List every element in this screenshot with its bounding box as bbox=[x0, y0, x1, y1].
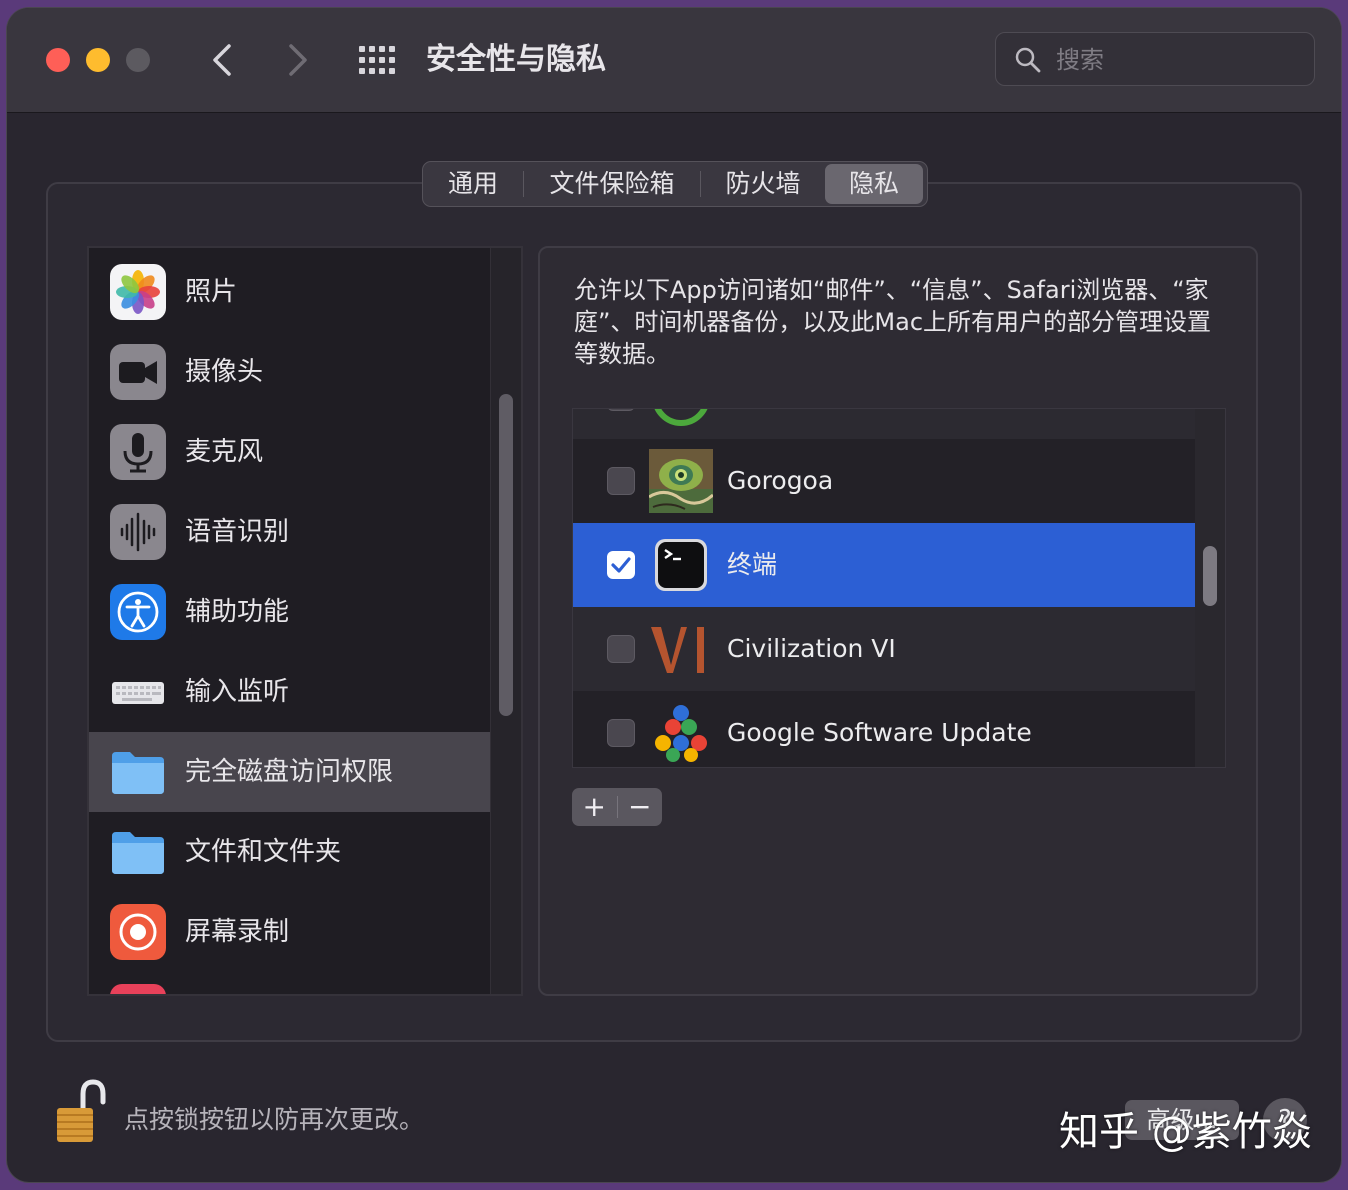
sidebar-item-files-and-folders[interactable]: 文件和文件夹 bbox=[89, 812, 491, 892]
sidebar-item-label: 完全磁盘访问权限 bbox=[185, 757, 394, 787]
window-title: 安全性与隐私 bbox=[426, 42, 606, 77]
app-checkbox[interactable] bbox=[607, 467, 635, 495]
app-name: 终端 bbox=[727, 550, 778, 579]
tab-privacy[interactable]: 隐私 bbox=[825, 164, 923, 204]
checkmark-icon bbox=[611, 557, 631, 573]
accessibility-icon bbox=[110, 584, 166, 640]
list-item-civilization[interactable]: Civilization VI bbox=[573, 607, 1195, 691]
access-description: 允许以下App访问诸如“邮件”、“信息”、Safari浏览器、“家庭”、时间机器… bbox=[574, 276, 1212, 368]
sidebar-item-label: 照片 bbox=[185, 277, 238, 307]
app-list-scrollbar-thumb[interactable] bbox=[1203, 546, 1217, 606]
search-input[interactable] bbox=[1054, 41, 1298, 79]
watermark: 知乎 @紫竹焱 bbox=[1059, 1109, 1312, 1155]
gorogoa-icon bbox=[649, 449, 713, 513]
back-button[interactable] bbox=[203, 38, 243, 82]
folder-icon bbox=[112, 752, 164, 794]
list-item-google-software-update[interactable]: Google Software Update bbox=[573, 691, 1195, 767]
sidebar-item-photos[interactable]: 照片 bbox=[89, 252, 491, 332]
detail-panel: 允许以下App访问诸如“邮件”、“信息”、Safari浏览器、“家庭”、时间机器… bbox=[538, 246, 1258, 996]
sidebar-item-label: 辅助功能 bbox=[185, 597, 290, 627]
terminal-icon bbox=[655, 539, 707, 591]
title-bar: 安全性与隐私 bbox=[7, 8, 1341, 113]
sidebar-item-label: 输入监听 bbox=[185, 677, 290, 707]
tab-bar: 通用 文件保险箱 防火墙 隐私 bbox=[422, 161, 928, 207]
tab-filevault[interactable]: 文件保险箱 bbox=[524, 164, 700, 204]
sidebar-item-microphone[interactable]: 麦克风 bbox=[89, 412, 491, 492]
app-list-scrollbar[interactable] bbox=[1195, 409, 1225, 767]
keyboard-icon bbox=[112, 682, 164, 704]
sidebar-item-partial bbox=[89, 972, 491, 994]
remove-app-button[interactable]: − bbox=[617, 788, 662, 826]
sidebar-item-label: 屏幕录制 bbox=[185, 917, 290, 947]
grid-icon bbox=[359, 46, 395, 74]
sidebar-item-full-disk-access[interactable]: 完全磁盘访问权限 bbox=[89, 732, 491, 812]
partial-icon bbox=[110, 984, 166, 994]
list-item-gorogoa[interactable]: Gorogoa bbox=[573, 439, 1195, 523]
sidebar-item-speech-recognition[interactable]: 语音识别 bbox=[89, 492, 491, 572]
photos-icon bbox=[110, 264, 166, 320]
screen-recording-icon bbox=[110, 904, 166, 960]
list-item-terminal[interactable]: 终端 bbox=[573, 523, 1195, 607]
app-name: Civilization VI bbox=[727, 634, 896, 663]
app-list: Gorogoa 终端 Civilization VI Google Softwa… bbox=[572, 408, 1226, 768]
app-checkbox[interactable] bbox=[607, 635, 635, 663]
sidebar-item-label: 文件和文件夹 bbox=[185, 837, 342, 867]
sidebar-item-input-monitoring[interactable]: 输入监听 bbox=[89, 652, 491, 732]
folder-icon bbox=[112, 832, 164, 874]
sidebar-scrollbar-thumb[interactable] bbox=[499, 394, 513, 716]
lock-hint-text: 点按锁按钮以防再次更改。 bbox=[124, 1105, 425, 1134]
search-field[interactable] bbox=[995, 32, 1315, 86]
close-window-button[interactable] bbox=[46, 48, 70, 72]
sidebar-item-label: 语音识别 bbox=[185, 517, 290, 547]
app-checkbox[interactable] bbox=[607, 409, 635, 411]
minimize-window-button[interactable] bbox=[86, 48, 110, 72]
add-app-button[interactable]: + bbox=[572, 788, 617, 826]
app-name: Gorogoa bbox=[727, 466, 834, 495]
app-checkbox-checked[interactable] bbox=[607, 551, 635, 579]
system-preferences-window: 安全性与隐私 通用 文件保险箱 防火墙 隐私 bbox=[7, 8, 1341, 1182]
forward-button[interactable] bbox=[277, 38, 317, 82]
sidebar-item-label: 麦克风 bbox=[185, 437, 264, 467]
sidebar-item-camera[interactable]: 摄像头 bbox=[89, 332, 491, 412]
sidebar-scrollbar[interactable] bbox=[490, 248, 521, 994]
unlocked-padlock-icon[interactable] bbox=[53, 1078, 107, 1146]
app-checkbox[interactable] bbox=[607, 719, 635, 747]
zoom-window-button[interactable] bbox=[126, 48, 150, 72]
tab-general[interactable]: 通用 bbox=[423, 164, 523, 204]
add-remove-control: + − bbox=[572, 788, 662, 826]
sidebar-item-screen-recording[interactable]: 屏幕录制 bbox=[89, 892, 491, 972]
search-icon bbox=[1015, 47, 1041, 73]
tab-firewall[interactable]: 防火墙 bbox=[701, 164, 825, 204]
sidebar-item-label: 摄像头 bbox=[185, 357, 264, 387]
app-name: Google Software Update bbox=[727, 718, 1032, 747]
camera-icon bbox=[110, 344, 166, 400]
sidebar-item-accessibility[interactable]: 辅助功能 bbox=[89, 572, 491, 652]
microphone-icon bbox=[110, 424, 166, 480]
app-icon bbox=[654, 409, 708, 426]
show-all-button[interactable] bbox=[357, 44, 397, 76]
speech-recognition-icon bbox=[110, 504, 166, 560]
list-item-partial bbox=[573, 409, 1195, 439]
google-update-icon bbox=[655, 705, 707, 762]
chevron-left-icon bbox=[213, 44, 231, 76]
civilization-icon bbox=[651, 627, 704, 673]
chevron-right-icon bbox=[289, 44, 307, 76]
privacy-category-list: 照片 摄像头 麦克风 语音识别 辅助功能 输入监听 完全磁盘访问权限 文件和文件… bbox=[87, 246, 523, 996]
